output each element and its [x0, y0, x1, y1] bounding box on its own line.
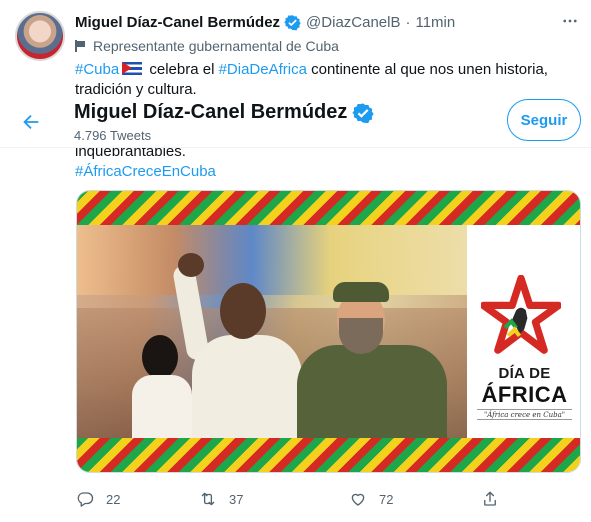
tweet-time[interactable]: 11min: [415, 14, 455, 31]
hashtag-africacreceencuba[interactable]: #ÁfricaCreceEnCuba: [75, 162, 575, 182]
logo-line-2: ÁFRICA: [481, 382, 568, 407]
reply-button[interactable]: 22: [76, 488, 120, 510]
reply-icon: [77, 492, 94, 507]
logo-line-1: DÍA DE: [498, 365, 551, 382]
star-icon: [481, 275, 561, 354]
tweet-text: #Cuba celebra el #DiaDeAfrica continente…: [75, 60, 575, 100]
share-icon: [484, 491, 496, 506]
like-icon: [351, 493, 365, 506]
share-button[interactable]: [481, 488, 511, 510]
tweet-media-image[interactable]: DÍA DE ÁFRICA "África crece en Cuba": [76, 190, 581, 473]
flag-icon: [75, 40, 85, 52]
photo-leaders: [77, 225, 467, 438]
like-count: 72: [379, 491, 394, 507]
retweet-button[interactable]: 37: [199, 488, 243, 510]
verified-badge-icon: [352, 102, 375, 124]
tweet-text-part: celebra el: [145, 61, 219, 78]
avatar[interactable]: [15, 11, 65, 61]
government-label[interactable]: Representante gubernamental de Cuba: [75, 37, 339, 55]
logo-tagline: "África crece en Cuba": [477, 409, 572, 420]
photo-man-raised-fist: [171, 253, 302, 438]
like-button[interactable]: 72: [349, 488, 393, 510]
profile-name: Miguel Díaz-Canel Bermúdez: [74, 101, 348, 123]
arrow-left-icon[interactable]: [20, 111, 42, 133]
tricolor-stripe-bottom: [77, 438, 580, 472]
separator-dot: ·: [405, 13, 411, 31]
follow-button[interactable]: Seguir: [507, 99, 581, 141]
retweet-icon: [201, 492, 215, 506]
tricolor-stripe-top: [77, 191, 580, 225]
verified-badge-icon: [284, 14, 301, 31]
profile-sticky-header: Miguel Díaz-Canel Bermúdez 4.796 Tweets …: [0, 97, 591, 148]
cuba-flag-emoji: [122, 62, 143, 75]
tweet-actions: 22 37 72: [76, 488, 581, 510]
dia-de-africa-logo: DÍA DE ÁFRICA "África crece en Cuba": [467, 225, 580, 438]
tweet-header: Miguel Díaz-Canel Bermúdez @DiazCanelB ·…: [75, 12, 575, 32]
government-label-text: Representante gubernamental de Cuba: [93, 38, 339, 54]
more-horizontal-icon[interactable]: [560, 11, 580, 31]
author-name[interactable]: Miguel Díaz-Canel Bermúdez: [75, 14, 280, 31]
tweet-card: Miguel Díaz-Canel Bermúdez @DiazCanelB ·…: [0, 0, 591, 522]
reply-count: 22: [106, 491, 121, 507]
hashtag-cuba[interactable]: #Cuba: [75, 61, 119, 78]
profile-name-row: Miguel Díaz-Canel Bermúdez: [74, 101, 375, 124]
tweet-count: 4.796 Tweets: [74, 128, 152, 143]
retweet-count: 37: [229, 491, 244, 507]
tweet-text-continued: inquebrantables. #ÁfricaCreceEnCuba: [75, 142, 575, 182]
photo-man-uniform: [287, 280, 457, 438]
author-handle[interactable]: @DiazCanelB: [306, 14, 400, 31]
hashtag-diadeafrica[interactable]: #DiaDeAfrica: [219, 61, 307, 78]
